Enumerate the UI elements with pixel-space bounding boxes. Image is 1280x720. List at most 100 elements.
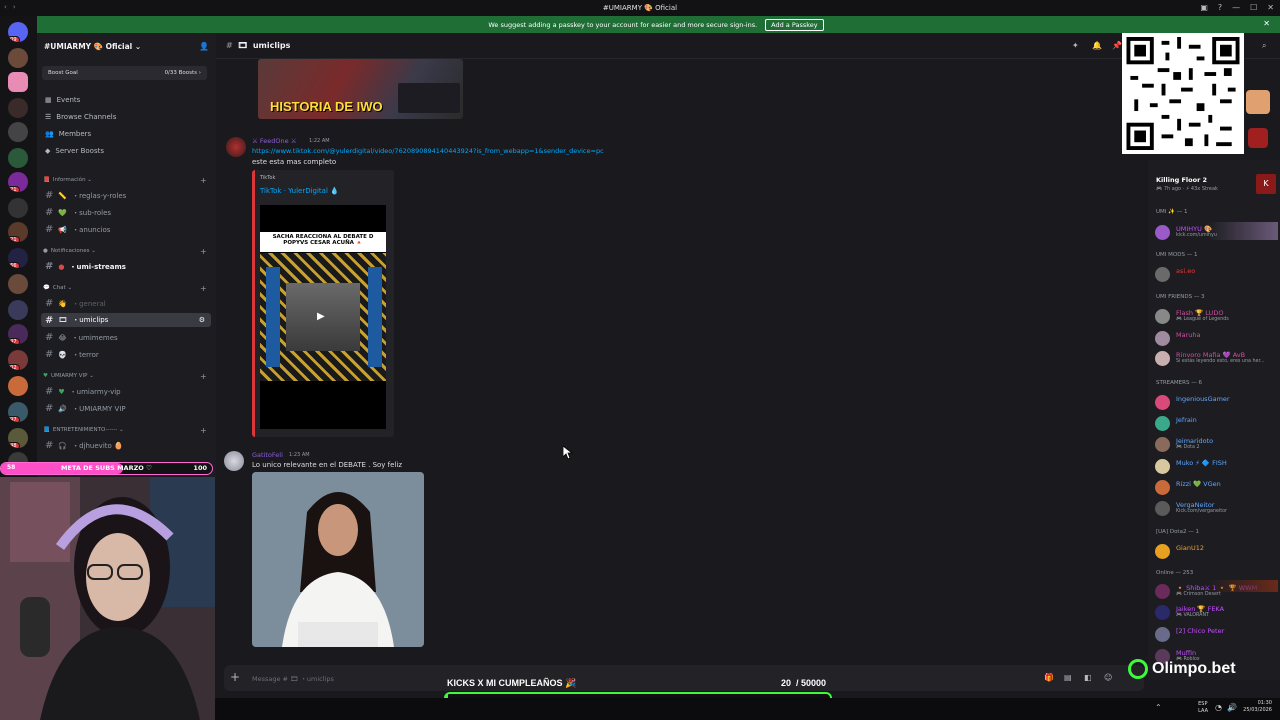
chevron-up-icon[interactable]: ⌃ <box>1155 703 1162 712</box>
server-icon-active[interactable] <box>8 72 28 92</box>
forward-icon[interactable]: › <box>13 3 16 11</box>
sticker-icon[interactable]: ◧ <box>1084 673 1092 682</box>
embed-video[interactable]: SACHA REACCIONA AL DEBATE D POPYVS CESAR… <box>260 205 386 429</box>
add-channel-icon[interactable]: + <box>200 284 207 293</box>
server-icon[interactable]: 166 <box>8 248 28 268</box>
nav-server-boosts[interactable]: ◆ Server Boosts <box>45 147 104 155</box>
add-channel-icon[interactable]: + <box>200 247 207 256</box>
inbox-icon[interactable]: ▣ <box>1200 3 1208 12</box>
activity-card[interactable]: Killing Floor 2 🎮 7h ago · ⚡ 43x Streak … <box>1156 166 1276 194</box>
webcam-overlay <box>0 477 215 720</box>
channel-djhuevito[interactable]: # 🎧 ・djhuevito 🥚 <box>45 440 123 451</box>
pinned-icon[interactable]: 📌 <box>1112 41 1122 50</box>
add-channel-icon[interactable]: + <box>200 426 207 435</box>
clock[interactable]: 01:30 25/03/2026 <box>1243 700 1272 714</box>
settings-icon[interactable]: ⚙ <box>199 316 205 324</box>
attach-plus-icon[interactable]: + <box>230 670 240 684</box>
wifi-icon[interactable]: ◔ <box>1215 703 1222 712</box>
threads-icon[interactable]: ✦ <box>1072 41 1079 50</box>
server-icon[interactable] <box>8 300 28 320</box>
server-icon[interactable]: 147 <box>8 324 28 344</box>
nav-arrows[interactable]: ‹ › <box>4 3 16 11</box>
minimize-icon[interactable]: — <box>1232 3 1240 12</box>
member-row[interactable]: Rizzi 💚 VGen <box>1155 478 1277 496</box>
channel-umiclips[interactable]: # 🎞 ・umiclips ⚙ <box>41 313 211 327</box>
category-umiarmy-vip[interactable]: ♥ UMIARMY VIP ⌄ + <box>43 372 207 381</box>
member-row[interactable]: Jeimaridoto 🎮 Dota 2 <box>1155 435 1277 453</box>
category-chat[interactable]: 💬 Chat ⌄ + <box>43 284 207 293</box>
member-row[interactable]: GianU12 <box>1155 542 1277 560</box>
add-passkey-button[interactable]: Add a Passkey <box>765 18 824 31</box>
category-notificaciones[interactable]: ● Notificaciones ⌄ + <box>43 247 207 256</box>
add-member-icon[interactable]: 👤 <box>199 42 209 51</box>
help-icon[interactable]: ? <box>1218 3 1222 12</box>
member-name: GianU12 <box>1176 544 1204 552</box>
avatar[interactable] <box>226 137 246 157</box>
volume-icon[interactable]: 🔊 <box>1227 703 1237 712</box>
channel-umi-streams[interactable]: # ● ・umi-streams <box>45 261 126 272</box>
member-row[interactable]: Jaiken 🏆 FEKA 🎮 VALORANT <box>1155 603 1277 621</box>
tiktok-link[interactable]: https://www.tiktok.com/@yulerdigital/vid… <box>252 147 604 155</box>
close-banner-icon[interactable]: ✕ <box>1263 19 1270 28</box>
side-game-icon[interactable] <box>1248 128 1268 148</box>
avatar[interactable] <box>224 451 244 471</box>
gift-icon[interactable]: 🎁 <box>1044 673 1054 682</box>
gif-icon[interactable]: ▤ <box>1064 673 1072 682</box>
server-name-header[interactable]: #UMIARMY 🎨 Oficial ⌄ <box>44 42 141 51</box>
server-icon[interactable]: 797 <box>8 402 28 422</box>
channel-reglas-y-roles[interactable]: # 📏 ・reglas-y-roles <box>45 190 126 201</box>
image-attachment[interactable] <box>252 472 424 647</box>
server-icon[interactable] <box>8 98 28 118</box>
play-icon[interactable]: ▶ <box>317 311 325 322</box>
channel-general[interactable]: # 👋 ・general <box>45 298 106 309</box>
previous-image-attachment[interactable]: HISTORIA DE IWO <box>258 59 463 119</box>
message-author[interactable]: GatitoFeli <box>252 451 283 459</box>
member-row[interactable]: [2] Chico Peter <box>1155 625 1277 643</box>
channel-umimemes[interactable]: # 😂 ・umimemes <box>45 332 118 343</box>
embed-title[interactable]: TikTok · YulerDigital 💧 <box>260 187 339 195</box>
server-icon[interactable] <box>8 376 28 396</box>
add-channel-icon[interactable]: + <box>200 176 207 185</box>
nav-events[interactable]: ▦ Events <box>45 96 80 104</box>
voice-channel-umiarmy-vip[interactable]: # 🔊 ・UMIARMY VIP <box>45 403 126 414</box>
category-informacion[interactable]: 📕 Información ⌄ + <box>43 176 207 185</box>
notifications-bell-icon[interactable]: 🔔 <box>1092 41 1102 50</box>
message-author[interactable]: ⚔ FeedOne ⚔ <box>252 137 297 145</box>
member-row[interactable]: Rinvoro Mafia 💜 AvB Si estás leyendo esto… <box>1155 349 1277 367</box>
server-icon[interactable]: 121 <box>8 222 28 242</box>
member-row[interactable]: Maruha <box>1155 329 1277 347</box>
server-icon[interactable] <box>8 274 28 294</box>
channel-sub-roles[interactable]: # 💚 ・sub-roles <box>45 207 111 218</box>
member-row[interactable]: IngeniousGamer <box>1155 393 1277 411</box>
server-icon[interactable] <box>8 48 28 68</box>
emoji-icon[interactable]: ☺ <box>1104 673 1112 682</box>
search-icon[interactable]: ⌕ <box>1262 41 1266 51</box>
back-icon[interactable]: ‹ <box>4 3 7 11</box>
boost-goal[interactable]: Boost Goal 0/33 Boosts › <box>42 66 207 80</box>
channel-terror[interactable]: # 💀 ・terror <box>45 349 99 360</box>
member-row[interactable]: Flash 🏆 LUDO 🎮 League of Legends <box>1155 307 1277 325</box>
nav-members[interactable]: 👥 Members <box>45 130 91 138</box>
side-avatar[interactable] <box>1246 90 1270 114</box>
home-server-icon[interactable]: 409 <box>8 22 28 42</box>
server-icon[interactable] <box>8 122 28 142</box>
server-icon[interactable] <box>8 148 28 168</box>
member-row[interactable]: VergaNeitor Kick.com/verganeitor <box>1155 499 1277 517</box>
language-indicator[interactable]: ESP LAA <box>1198 701 1208 715</box>
server-icon[interactable]: 802 <box>8 350 28 370</box>
add-channel-icon[interactable]: + <box>200 372 207 381</box>
server-icon[interactable] <box>8 198 28 218</box>
maximize-icon[interactable]: ☐ <box>1250 3 1257 12</box>
hash-icon: # <box>45 403 54 414</box>
server-icon[interactable]: 121 <box>8 172 28 192</box>
member-row[interactable]: Jefrain <box>1155 414 1277 432</box>
server-icon[interactable]: 148 <box>8 428 28 448</box>
close-window-icon[interactable]: ✕ <box>1267 3 1274 12</box>
member-row[interactable]: asi.eo <box>1155 265 1277 283</box>
nav-browse-channels[interactable]: ☰ Browse Channels <box>45 113 116 121</box>
member-row[interactable]: Muko ⚡ 🔷 FISH <box>1155 457 1277 475</box>
member-status: 🎮 Dota 2 <box>1176 445 1200 450</box>
channel-umiarmy-vip[interactable]: # ♥ ・umiarmy-vip <box>45 386 121 397</box>
channel-anuncios[interactable]: # 📢 ・anuncios <box>45 224 110 235</box>
category-entretenimiento[interactable]: 📘 ENTRETENIMIENTO------ ⌄ + <box>43 426 207 435</box>
